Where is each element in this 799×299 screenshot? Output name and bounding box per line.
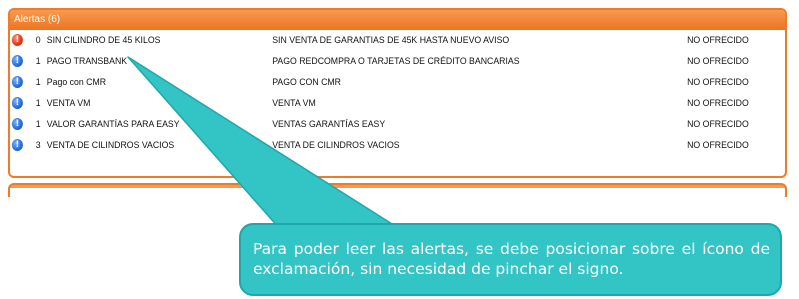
alert-count: 1	[35, 119, 41, 130]
alert-count: 3	[35, 140, 41, 151]
alert-name: VALOR GARANTÍAS PARA EASY	[46, 119, 180, 130]
alert-count: 1	[35, 98, 41, 109]
callout-text: Para poder leer las alertas, se debe pos…	[253, 240, 770, 278]
alert-name: Pago con CMR	[46, 77, 107, 88]
alert-description: PAGO CON CMR	[272, 77, 341, 88]
alert-count: 0	[35, 35, 41, 46]
alert-status: NO OFRECIDO	[687, 56, 749, 67]
alerts-panel-header: Alertas (6)	[10, 10, 785, 30]
alert-status: NO OFRECIDO	[687, 77, 749, 88]
exclamation-icon[interactable]: !	[11, 97, 24, 110]
exclamation-icon[interactable]: !	[11, 76, 24, 89]
alert-name: VENTA VM	[46, 98, 91, 109]
alert-row: ! 1 VALOR GARANTÍAS PARA EASY VENTAS GAR…	[10, 114, 749, 135]
alert-count: 1	[35, 77, 41, 88]
alert-status: NO OFRECIDO	[687, 119, 749, 130]
callout-box: Para poder leer las alertas, se debe pos…	[239, 223, 782, 296]
exclamation-icon[interactable]: !	[11, 139, 24, 152]
exclamation-icon[interactable]: !	[11, 118, 24, 131]
alerts-list: ! 0 SIN CILINDRO DE 45 KILOS SIN VENTA D…	[10, 30, 785, 156]
alert-description: SIN VENTA DE GARANTIAS DE 45K HASTA NUEV…	[272, 35, 510, 46]
alert-row: ! 1 PAGO TRANSBANK PAGO REDCOMPRA O TARJ…	[10, 51, 749, 72]
alert-description: VENTA VM	[272, 98, 316, 109]
second-panel-edge	[8, 183, 787, 197]
alert-count: 1	[35, 56, 41, 67]
alert-description: PAGO REDCOMPRA O TARJETAS DE CRÉDITO BAN…	[272, 56, 520, 67]
alert-name: SIN CILINDRO DE 45 KILOS	[46, 35, 161, 46]
alert-status: NO OFRECIDO	[687, 35, 749, 46]
alert-row: ! 1 Pago con CMR PAGO CON CMR NO OFRECID…	[10, 72, 749, 93]
alert-row: ! 3 VENTA DE CILINDROS VACIOS VENTA DE C…	[10, 135, 749, 156]
exclamation-icon[interactable]: !	[11, 34, 24, 47]
exclamation-icon[interactable]: !	[11, 55, 24, 68]
alert-row: ! 1 VENTA VM VENTA VM NO OFRECIDO	[10, 93, 749, 114]
alert-row: ! 0 SIN CILINDRO DE 45 KILOS SIN VENTA D…	[10, 30, 749, 51]
alert-name: PAGO TRANSBANK	[46, 56, 128, 67]
alert-name: VENTA DE CILINDROS VACIOS	[46, 140, 175, 151]
alert-status: NO OFRECIDO	[687, 140, 749, 151]
alert-description: VENTA DE CILINDROS VACIOS	[272, 140, 400, 151]
alert-status: NO OFRECIDO	[687, 98, 749, 109]
alert-description: VENTAS GARANTÍAS EASY	[272, 119, 386, 130]
alerts-panel: Alertas (6) ! 0 SIN CILINDRO DE 45 KILOS…	[8, 8, 787, 178]
